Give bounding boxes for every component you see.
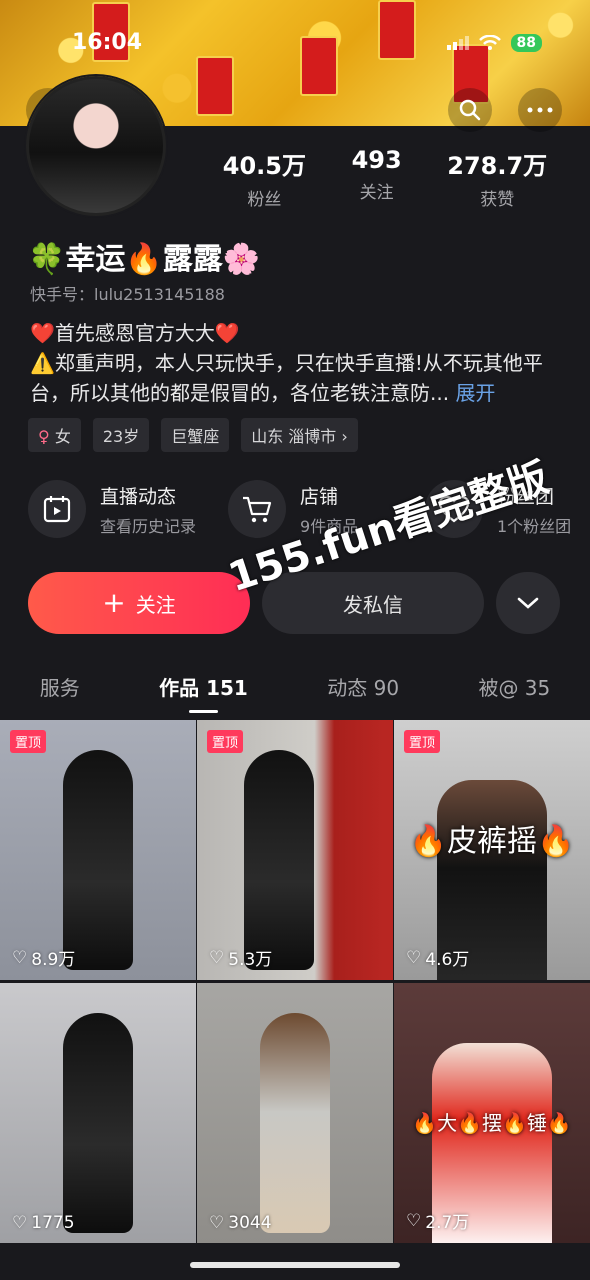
red-envelope-decoration xyxy=(300,36,338,96)
follow-label: 关注 xyxy=(135,592,176,617)
follow-button[interactable]: + 关注 xyxy=(28,572,250,634)
content-tabs: 服务 作品 151 动态 90 被@ 35 xyxy=(0,672,590,713)
tab-services[interactable]: 服务 xyxy=(40,672,80,701)
pinned-badge: 置顶 xyxy=(207,730,244,753)
profile-uid[interactable]: 快手号：lulu2513145188 xyxy=(30,281,225,305)
like-value: 5.3万 xyxy=(228,950,273,970)
like-count: ♡ 3044 xyxy=(209,1213,272,1233)
status-time: 16:04 xyxy=(72,30,143,55)
video-tile[interactable]: 置顶 ♡ 5.3万 xyxy=(197,720,393,980)
stat-value: 40.5万 xyxy=(222,152,306,180)
stat-label: 获赞 xyxy=(480,190,515,210)
profile-stats: 40.5万 粉丝 493 关注 278.7万 获赞 xyxy=(200,146,570,210)
tag-label: 山东 淄博市 xyxy=(251,427,337,446)
battery-indicator: 88 xyxy=(510,34,542,52)
profile-name: 🍀幸运🔥露露🌸 xyxy=(28,242,261,277)
stat-fans[interactable]: 40.5万 粉丝 xyxy=(223,146,306,210)
bio-line: ❤️首先感恩官方大大❤️ xyxy=(30,321,240,345)
stat-label: 关注 xyxy=(359,183,394,203)
feature-title: 直播动态 xyxy=(100,485,177,508)
home-indicator[interactable] xyxy=(190,1262,400,1268)
like-value: 3044 xyxy=(228,1213,272,1233)
heart-outline-icon: ♡ xyxy=(406,947,422,968)
tag-gender: ♀ 女 xyxy=(28,418,81,452)
video-tile[interactable]: 🔥大🔥摆🔥锤🔥 ♡ 2.7万 xyxy=(394,983,590,1243)
red-envelope-decoration xyxy=(378,0,416,60)
red-envelope-decoration xyxy=(196,56,234,116)
feature-subtitle: 1个粉丝团 xyxy=(497,516,572,536)
pinned-badge: 置顶 xyxy=(404,730,441,753)
bio-expand-link[interactable]: 展开 xyxy=(455,381,495,405)
video-thumbnail xyxy=(260,1013,330,1233)
video-caption: 🔥皮裤摇🔥 xyxy=(409,824,575,859)
search-icon xyxy=(459,99,481,121)
stat-value: 493 xyxy=(351,146,402,174)
video-tile[interactable]: 置顶 ♡ 8.9万 xyxy=(0,720,196,980)
like-count: ♡ 5.3万 xyxy=(209,945,273,971)
profile-tags: ♀ 女 23岁 巨蟹座 山东 淄博市 › xyxy=(28,418,358,452)
like-value: 8.9万 xyxy=(31,950,76,970)
plus-icon: + xyxy=(102,586,126,619)
pinned-badge: 置顶 xyxy=(10,730,47,753)
heart-outline-icon: ♡ xyxy=(209,947,225,968)
more-icon xyxy=(527,107,553,113)
stat-value: 278.7万 xyxy=(447,152,548,180)
female-icon: ♀ xyxy=(38,427,50,446)
video-tile[interactable]: 置顶 🔥皮裤摇🔥 ♡ 4.6万 xyxy=(394,720,590,980)
heart-outline-icon: ♡ xyxy=(12,947,28,968)
video-tile[interactable]: ♡ 3044 xyxy=(197,983,393,1243)
like-value: 4.6万 xyxy=(425,950,470,970)
tab-moments[interactable]: 动态 90 xyxy=(327,672,399,701)
like-count: ♡ 2.7万 xyxy=(406,1208,470,1234)
more-actions-button[interactable] xyxy=(496,572,560,634)
video-tile[interactable]: ♡ 1775 xyxy=(0,983,196,1243)
feature-subtitle: 查看历史记录 xyxy=(100,516,197,536)
like-count: ♡ 8.9万 xyxy=(12,945,76,971)
like-count: ♡ 4.6万 xyxy=(406,945,470,971)
video-grid: 置顶 ♡ 8.9万 置顶 ♡ 5.3万 置顶 🔥皮裤摇🔥 ♡ 4.6万 ♡ 1775 ♡… xyxy=(0,720,590,1243)
video-caption: 🔥大🔥摆🔥锤🔥 xyxy=(412,1111,572,1135)
heart-outline-icon: ♡ xyxy=(12,1213,28,1233)
video-thumbnail xyxy=(244,750,315,970)
chevron-right-icon: › xyxy=(341,427,348,446)
stat-following[interactable]: 493 关注 xyxy=(352,146,402,210)
feature-title: 店铺 xyxy=(300,485,339,508)
tag-zodiac: 巨蟹座 xyxy=(161,418,230,452)
tab-works[interactable]: 作品 151 xyxy=(159,672,248,713)
like-count: ♡ 1775 xyxy=(12,1213,75,1233)
chevron-down-icon xyxy=(517,597,539,609)
avatar[interactable] xyxy=(26,76,166,216)
status-icons: 88 xyxy=(446,34,542,52)
tag-age: 23岁 xyxy=(92,418,150,452)
profile-bio: ❤️首先感恩官方大大❤️ ⚠️郑重声明，本人只玩快手，只在快手直播!从不玩其他平… xyxy=(30,318,570,408)
search-button[interactable] xyxy=(448,88,492,132)
like-value: 2.7万 xyxy=(425,1213,470,1233)
stat-likes[interactable]: 278.7万 获赞 xyxy=(447,146,547,210)
tab-mentions[interactable]: 被@ 35 xyxy=(478,672,550,701)
stat-label: 粉丝 xyxy=(247,190,282,210)
like-value: 1775 xyxy=(31,1213,75,1233)
tag-location[interactable]: 山东 淄博市 › xyxy=(241,418,358,452)
wifi-icon xyxy=(478,35,501,50)
signal-icon xyxy=(446,36,469,50)
heart-outline-icon: ♡ xyxy=(209,1213,225,1233)
tag-label: 女 xyxy=(54,427,71,446)
feature-live-history[interactable]: 直播动态 查看历史记录 xyxy=(28,480,196,538)
heart-outline-icon: ♡ xyxy=(406,1210,422,1231)
video-thumbnail xyxy=(63,750,133,970)
calendar-play-icon xyxy=(28,480,86,538)
more-button[interactable] xyxy=(518,88,562,132)
video-thumbnail xyxy=(63,1013,133,1233)
